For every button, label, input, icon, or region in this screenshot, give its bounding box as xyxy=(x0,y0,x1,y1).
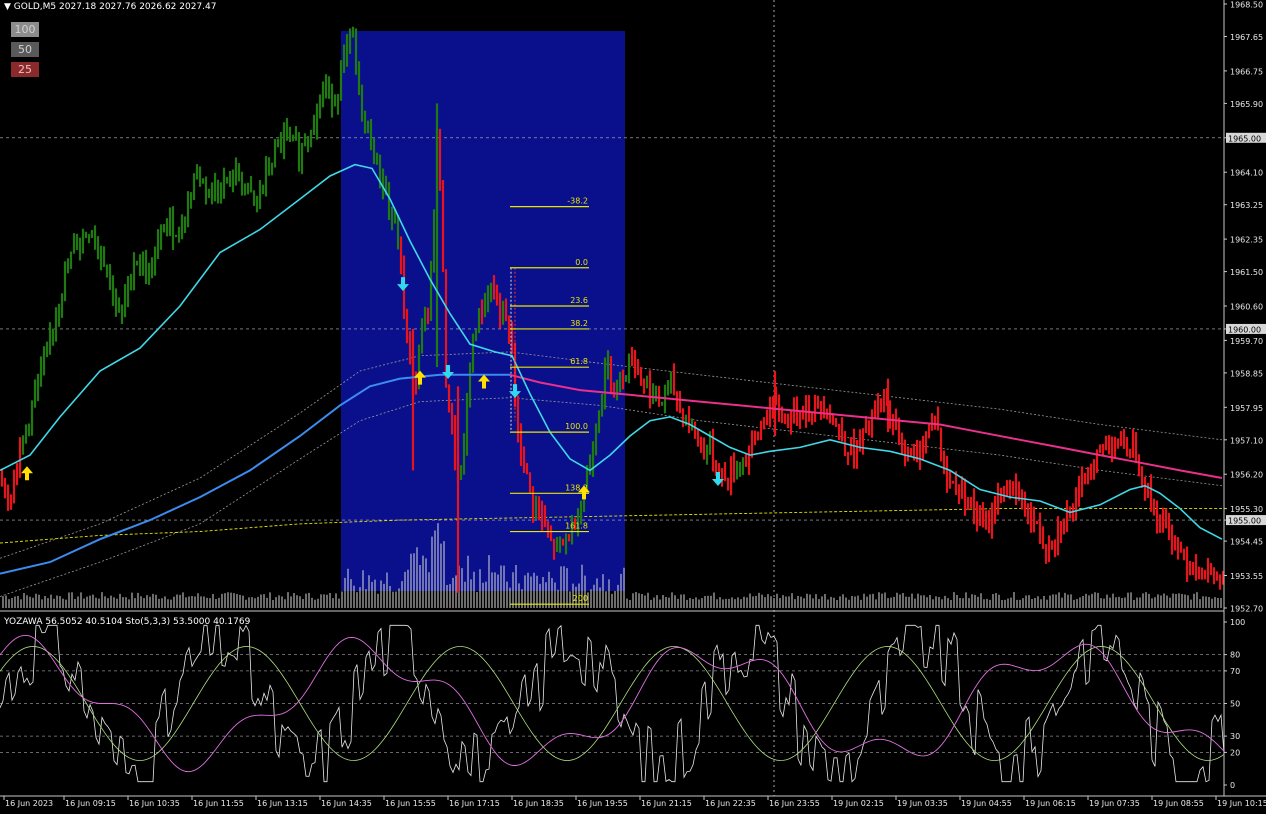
price-tick-label: 1960.00 xyxy=(1228,325,1261,334)
price-tick-label: 1966.75 xyxy=(1230,67,1263,76)
time-tick-label: 19 Jun 02:15 xyxy=(833,799,884,808)
price-tick-label: 1952.70 xyxy=(1230,605,1263,614)
price-tick-label: 1959.70 xyxy=(1230,337,1263,346)
price-tick-label: 1965.90 xyxy=(1230,100,1263,109)
ohlc-values: 2027.18 2027.76 2026.62 2027.47 xyxy=(59,2,217,12)
time-tick-label: 16 Jun 09:15 xyxy=(65,799,116,808)
fib-level-label: 0.0 xyxy=(575,258,588,267)
price-tick-label: 1968.50 xyxy=(1230,1,1263,10)
trading-chart[interactable]: -38.2 0.0 23.6 38.2 61.8 100.0 138.2 161.8 200 19… xyxy=(0,0,1266,809)
time-tick-label: 16 Jun 15:55 xyxy=(385,799,436,808)
price-tick-label: 1957.95 xyxy=(1230,404,1263,413)
price-tick-label: 1958.85 xyxy=(1230,369,1263,378)
time-tick-label: 16 Jun 23:55 xyxy=(769,799,820,808)
chart-canvas[interactable]: -38.20.023.638.261.8100.0138.2161.820019… xyxy=(0,0,1266,809)
price-tick-label: 1956.20 xyxy=(1230,471,1263,480)
price-tick-label: 1964.10 xyxy=(1230,169,1263,178)
zoom-50-button[interactable]: 50 xyxy=(11,42,39,57)
price-tick-label: 1955.30 xyxy=(1230,505,1263,514)
price-tick-label: 1963.25 xyxy=(1230,201,1263,210)
osc-tick-label: 100 xyxy=(1230,618,1245,627)
fib-level-label: 200 xyxy=(573,594,588,603)
symbol-header: ▼ GOLD,M5 2027.18 2027.76 2026.62 2027.4… xyxy=(4,2,216,12)
fib-level-label: 161.8 xyxy=(565,522,588,531)
osc-tick-label: 30 xyxy=(1230,732,1240,741)
chart-background xyxy=(0,0,1266,809)
osc-tick-label: 50 xyxy=(1230,700,1240,709)
price-tick-label: 1957.10 xyxy=(1230,436,1263,445)
osc-tick-label: 80 xyxy=(1230,651,1240,660)
time-tick-label: 16 Jun 10:35 xyxy=(129,799,180,808)
fib-level-label: 38.2 xyxy=(570,319,588,328)
osc-tick-label: 20 xyxy=(1230,748,1240,757)
time-tick-label: 19 Jun 03:35 xyxy=(897,799,948,808)
time-tick-label: 19 Jun 08:55 xyxy=(1153,799,1204,808)
time-tick-label: 16 Jun 21:15 xyxy=(641,799,692,808)
time-tick-label: 16 Jun 17:15 xyxy=(449,799,500,808)
time-tick-label: 19 Jun 10:15 xyxy=(1217,799,1266,808)
osc-tick-label: 70 xyxy=(1230,667,1240,676)
time-tick-label: 16 Jun 22:35 xyxy=(705,799,756,808)
time-tick-label: 16 Jun 13:15 xyxy=(257,799,308,808)
time-tick-label: 19 Jun 04:55 xyxy=(961,799,1012,808)
fib-level-label: 61.8 xyxy=(570,357,588,366)
zoom-100-button[interactable]: 100 xyxy=(11,22,39,37)
time-tick-label: 19 Jun 06:15 xyxy=(1025,799,1076,808)
price-tick-label: 1961.50 xyxy=(1230,268,1263,277)
price-tick-label: 1955.00 xyxy=(1228,517,1261,526)
fib-level-label: 23.6 xyxy=(570,296,588,305)
price-tick-label: 1960.60 xyxy=(1230,303,1263,312)
collapse-triangle-icon[interactable]: ▼ xyxy=(4,2,11,12)
time-tick-label: 16 Jun 14:35 xyxy=(321,799,372,808)
symbol-name: GOLD,M5 xyxy=(13,2,57,12)
time-tick-label: 19 Jun 07:35 xyxy=(1089,799,1140,808)
price-tick-label: 1967.65 xyxy=(1230,33,1263,42)
time-tick-label: 16 Jun 2023 xyxy=(5,799,53,808)
fib-level-label: 100.0 xyxy=(565,422,588,431)
price-tick-label: 1962.35 xyxy=(1230,236,1263,245)
osc-tick-label: 0 xyxy=(1230,781,1235,790)
time-tick-label: 16 Jun 19:55 xyxy=(577,799,628,808)
indicator-header: YOZAWA 56.5052 40.5104 Sto(5,3,3) 53.500… xyxy=(4,617,251,627)
price-tick-label: 1965.00 xyxy=(1228,134,1261,143)
time-tick-label: 16 Jun 11:55 xyxy=(193,799,244,808)
zoom-25-button[interactable]: 25 xyxy=(11,62,39,77)
fib-level-label: -38.2 xyxy=(567,197,588,206)
price-tick-label: 1953.55 xyxy=(1230,572,1263,581)
time-tick-label: 16 Jun 18:35 xyxy=(513,799,564,808)
price-tick-label: 1954.45 xyxy=(1230,538,1263,547)
